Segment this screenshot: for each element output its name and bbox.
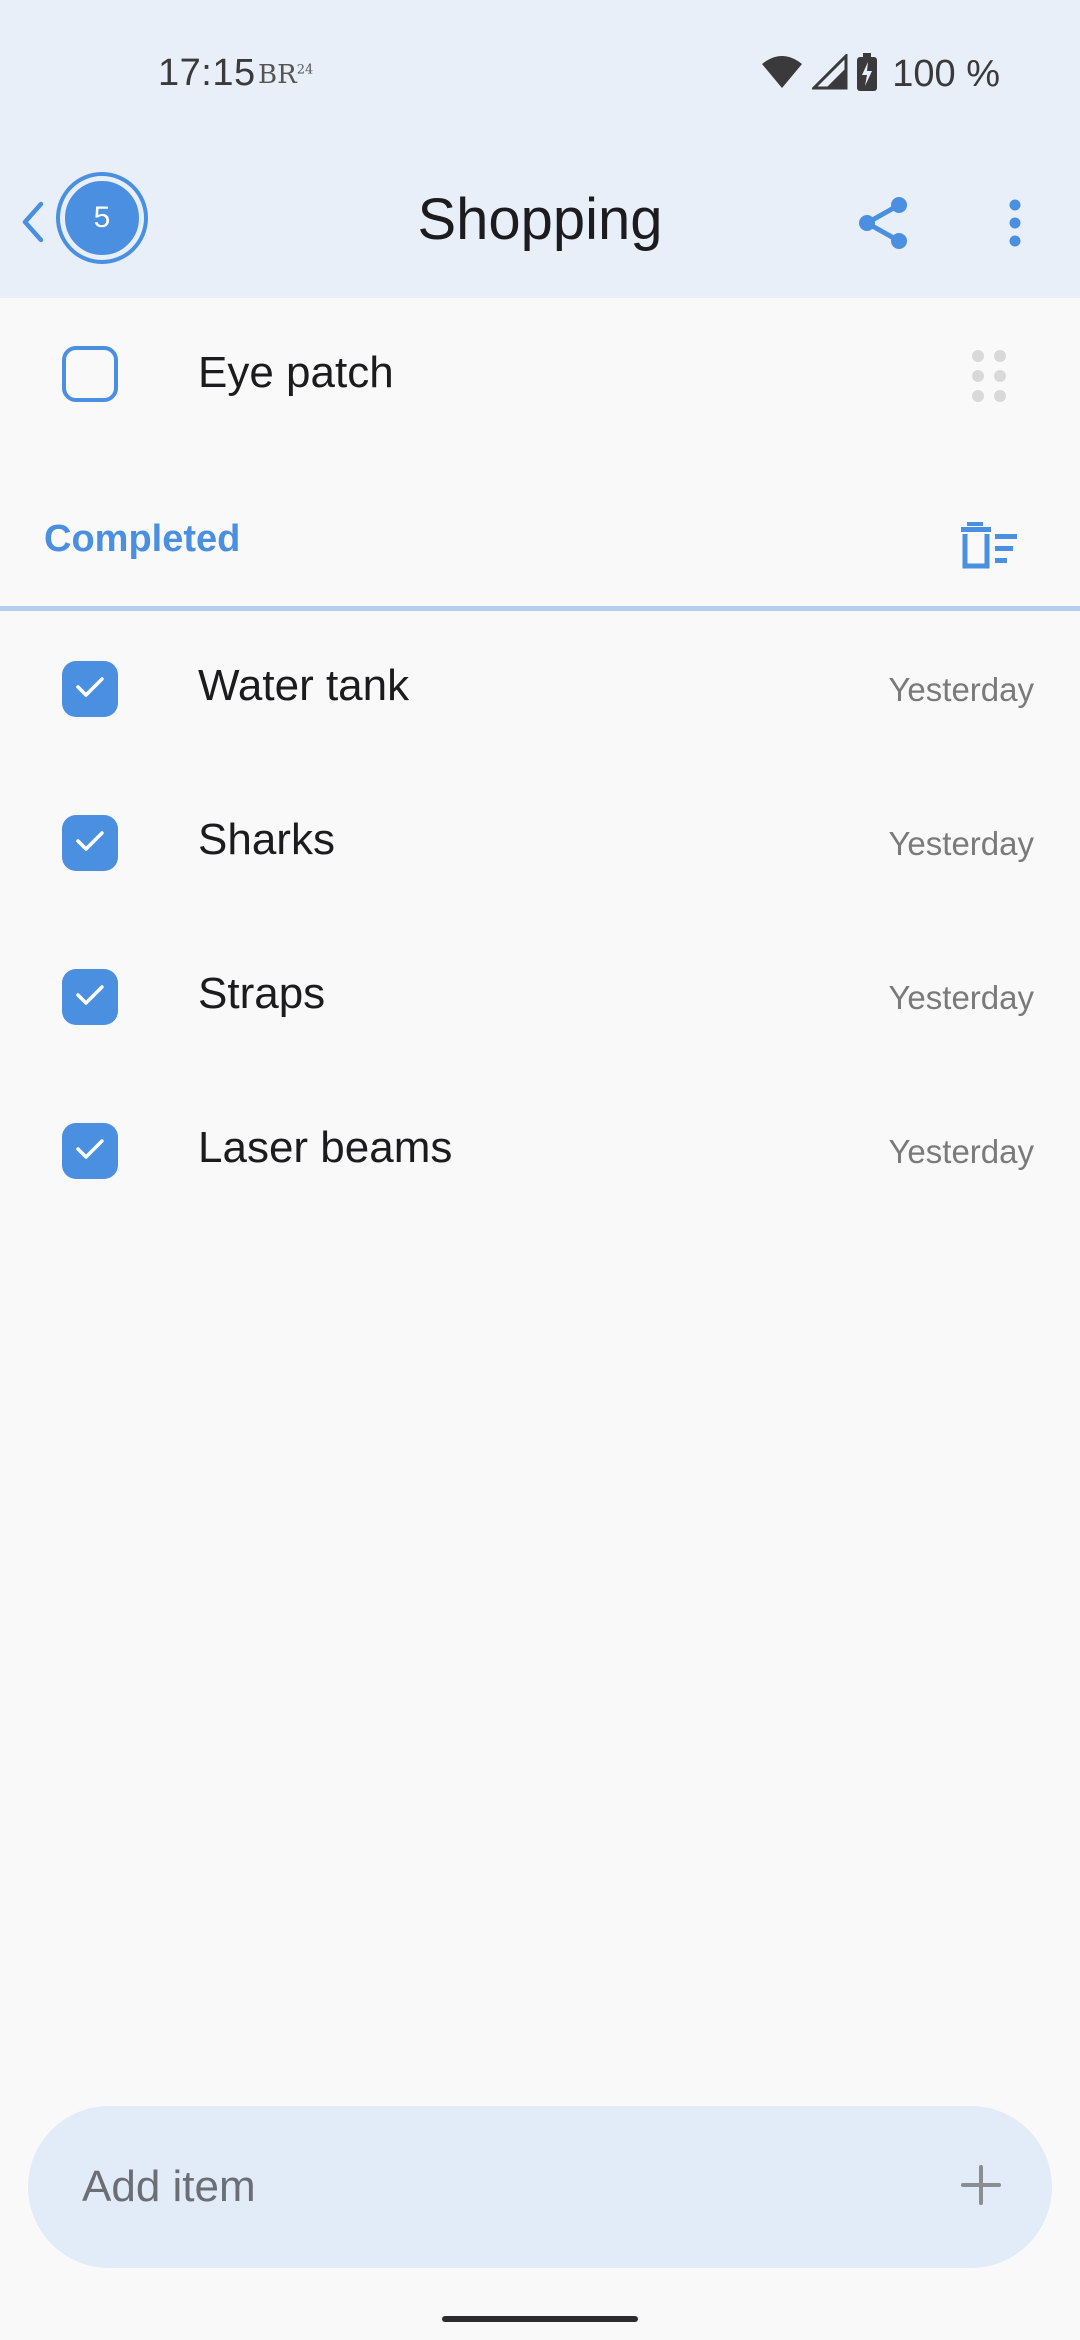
- status-icons: 100 %: [760, 50, 1000, 98]
- completed-item[interactable]: Sharks Yesterday: [0, 765, 1080, 919]
- completed-item[interactable]: Water tank Yesterday: [0, 611, 1080, 765]
- item-checkbox-checked[interactable]: [62, 661, 118, 717]
- item-checkbox[interactable]: [62, 346, 118, 402]
- status-bar: 17:15 BR24 100 %: [0, 0, 1080, 150]
- checkmark-icon: [75, 829, 105, 858]
- br24-logo: BR24: [258, 60, 314, 90]
- completed-date: Yesterday: [888, 825, 1034, 862]
- completed-date: Yesterday: [888, 979, 1034, 1016]
- completed-item[interactable]: Laser beams Yesterday: [0, 1073, 1080, 1227]
- share-icon: [855, 195, 911, 256]
- completed-date: Yesterday: [888, 671, 1034, 708]
- checkmark-icon: [75, 675, 105, 704]
- item-label: Straps: [198, 969, 326, 1018]
- completed-item[interactable]: Straps Yesterday: [0, 919, 1080, 1073]
- delete-list-icon: [961, 520, 1021, 575]
- gesture-nav-handle[interactable]: [442, 2316, 638, 2322]
- status-time: 17:15: [158, 52, 256, 94]
- more-vertical-icon: [1008, 198, 1022, 253]
- item-checkbox-checked[interactable]: [62, 815, 118, 871]
- item-label: Laser beams: [198, 1123, 453, 1172]
- battery-percent: 100 %: [892, 52, 1000, 95]
- completed-section-header: Completed: [0, 480, 1080, 610]
- add-item-bar: [28, 2106, 1052, 2268]
- cell-signal-icon: [810, 51, 848, 95]
- item-label: Eye patch: [198, 348, 394, 397]
- wifi-icon: [760, 54, 804, 95]
- item-label: Sharks: [198, 815, 335, 864]
- plus-icon: [959, 2163, 1003, 2212]
- item-checkbox-checked[interactable]: [62, 1123, 118, 1179]
- checkmark-icon: [75, 983, 105, 1012]
- app-header: 5 Shopping: [0, 150, 1080, 298]
- clear-completed-button[interactable]: [956, 512, 1026, 582]
- page-title: Shopping: [417, 187, 663, 252]
- completed-title: Completed: [44, 518, 241, 560]
- list-item[interactable]: Eye patch: [0, 298, 1080, 453]
- more-options-button[interactable]: [990, 190, 1040, 260]
- add-item-input[interactable]: [82, 2142, 902, 2232]
- top-area: 17:15 BR24 100 % 5 Shopping: [0, 0, 1080, 298]
- checkmark-icon: [75, 1137, 105, 1166]
- share-button[interactable]: [848, 190, 918, 260]
- item-label: Water tank: [198, 661, 410, 710]
- drag-handle-icon[interactable]: [972, 350, 1012, 402]
- item-checkbox-checked[interactable]: [62, 969, 118, 1025]
- add-item-button[interactable]: [946, 2152, 1016, 2222]
- battery-charging-icon: [856, 52, 878, 96]
- completed-date: Yesterday: [888, 1133, 1034, 1170]
- app-screen: 17:15 BR24 100 % 5 Shopping Eye patch Co…: [0, 0, 1080, 2340]
